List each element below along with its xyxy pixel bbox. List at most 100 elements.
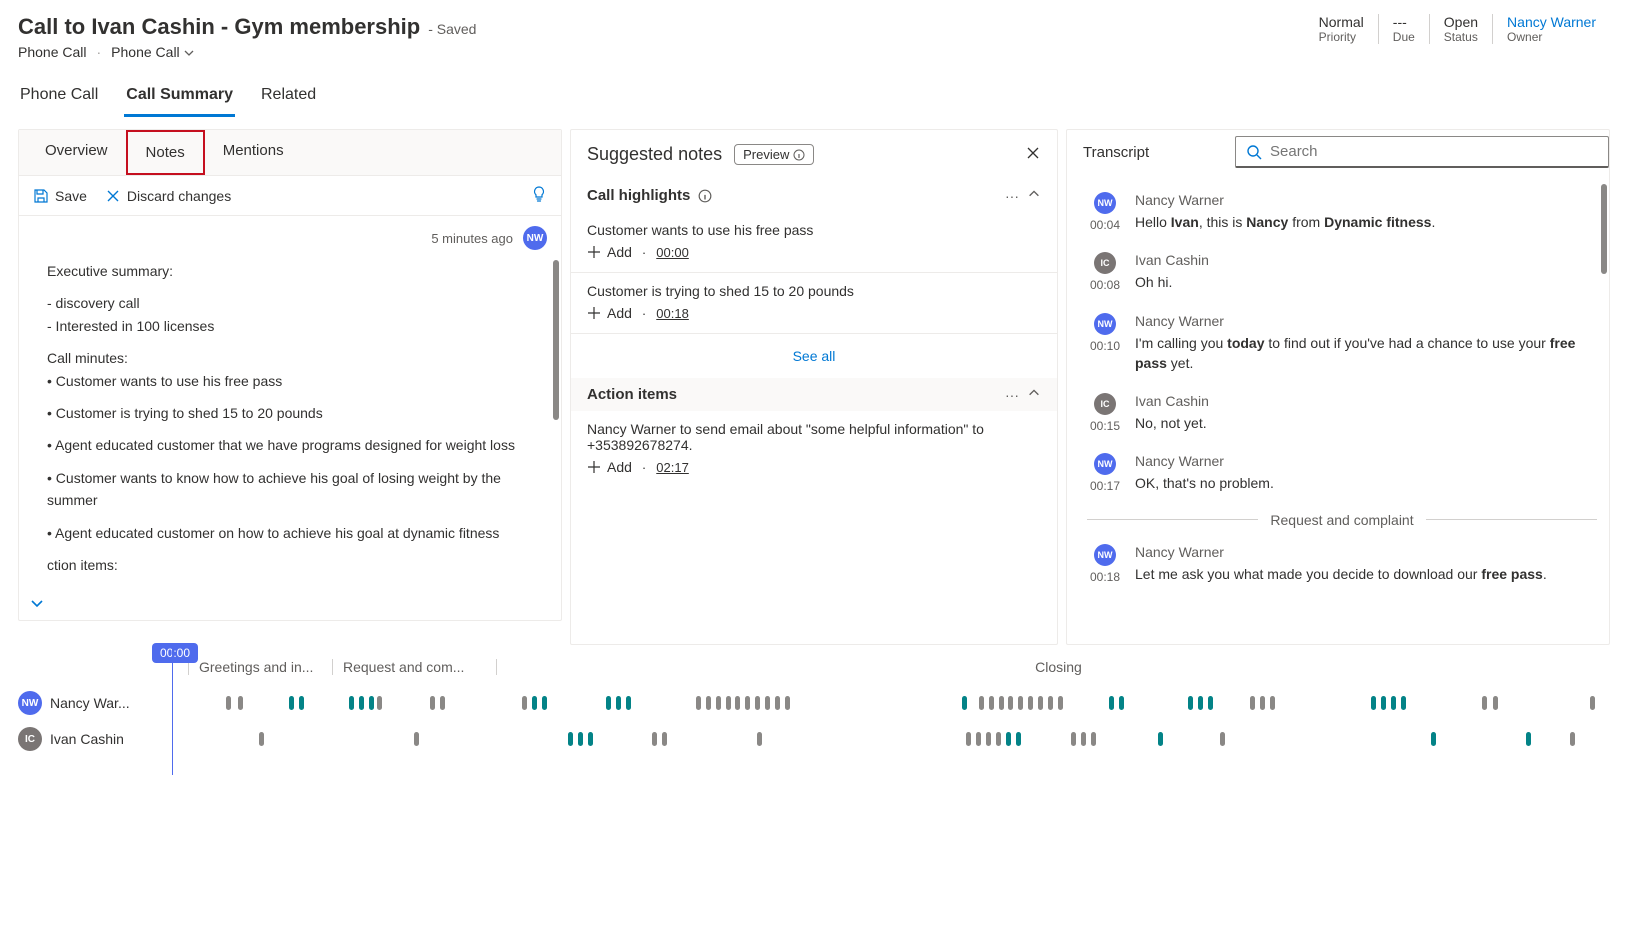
timeline-tick[interactable] [1220,732,1225,746]
timeline-tick[interactable] [962,696,967,710]
timeline-tick[interactable] [696,696,701,710]
timeline-tick[interactable] [1006,732,1011,746]
timeline-tick[interactable] [289,696,294,710]
timeline-tick[interactable] [299,696,304,710]
lightbulb-button[interactable] [531,186,547,205]
search-input-wrap[interactable] [1235,136,1609,168]
add-highlight-button[interactable]: Add [587,244,632,260]
timeline-tick[interactable] [430,696,435,710]
info-icon[interactable] [698,189,712,203]
timeline-tick[interactable] [1391,696,1396,710]
playhead-line[interactable] [172,645,173,775]
timeline-tick[interactable] [1431,732,1436,746]
segment-closing[interactable]: Closing [496,659,1610,675]
timeline-tick[interactable] [1270,696,1275,710]
timeline-tick[interactable] [1188,696,1193,710]
timeline-tick[interactable] [716,696,721,710]
timeline-tick[interactable] [238,696,243,710]
tab-related[interactable]: Related [259,78,318,117]
timeline-tick[interactable] [1081,732,1086,746]
highlight-timecode[interactable]: 00:18 [656,306,689,321]
transcript-row[interactable]: IC00:15Ivan CashinNo, not yet. [1075,387,1609,447]
notes-scrollbar[interactable] [553,260,559,420]
timeline-tick[interactable] [616,696,621,710]
timeline-tick[interactable] [1401,696,1406,710]
timeline-tick[interactable] [1260,696,1265,710]
highlight-timecode[interactable]: 00:00 [656,245,689,260]
timeline-tick[interactable] [522,696,527,710]
due-value[interactable]: --- [1393,14,1415,30]
timeline-tick[interactable] [989,696,994,710]
timeline-lane-ivan[interactable] [188,730,1610,748]
search-input[interactable] [1270,143,1598,160]
subtab-notes[interactable]: Notes [126,130,205,175]
transcript-row[interactable]: NW00:04Nancy WarnerHello Ivan, this is N… [1075,186,1609,246]
timeline-tick[interactable] [349,696,354,710]
timeline-tick[interactable] [1058,696,1063,710]
save-button[interactable]: Save [33,188,87,204]
timeline-tick[interactable] [1208,696,1213,710]
tab-call-summary[interactable]: Call Summary [124,78,235,117]
timeline-tick[interactable] [765,696,770,710]
timeline-tick[interactable] [568,732,573,746]
timeline-tick[interactable] [757,732,762,746]
expand-chevron[interactable] [29,595,45,614]
timeline-tick[interactable] [1091,732,1096,746]
timeline-tick[interactable] [966,732,971,746]
note-text[interactable]: Executive summary: - discovery call- Int… [47,260,533,576]
segment-greetings[interactable]: Greetings and in... [188,659,332,675]
tab-phone-call[interactable]: Phone Call [18,78,100,117]
owner-link[interactable]: Nancy Warner [1507,14,1596,30]
timeline-tick[interactable] [226,696,231,710]
transcript-row[interactable]: IC00:08Ivan CashinOh hi. [1075,246,1609,306]
timeline-tick[interactable] [1198,696,1203,710]
segment-request[interactable]: Request and com... [332,659,496,675]
timeline-tick[interactable] [1493,696,1498,710]
timeline-tick[interactable] [578,732,583,746]
timeline-tick[interactable] [706,696,711,710]
timeline-tick[interactable] [979,696,984,710]
timeline-tick[interactable] [1250,696,1255,710]
timeline-tick[interactable] [588,732,593,746]
timeline-tick[interactable] [259,732,264,746]
timeline-tick[interactable] [996,732,1001,746]
timeline-tick[interactable] [662,732,667,746]
actions-collapse-button[interactable] [1027,386,1041,403]
timeline-tick[interactable] [369,696,374,710]
timeline-tick[interactable] [999,696,1004,710]
timeline-tick[interactable] [1048,696,1053,710]
timeline-tick[interactable] [1028,696,1033,710]
close-suggested-button[interactable] [1025,145,1041,164]
timeline-lane-nancy[interactable] [188,694,1610,712]
timeline-tick[interactable] [1071,732,1076,746]
timeline-tick[interactable] [976,732,981,746]
timeline-tick[interactable] [626,696,631,710]
see-all-link[interactable]: See all [793,348,836,364]
timeline-tick[interactable] [359,696,364,710]
highlights-more-button[interactable]: ··· [1005,188,1019,204]
add-highlight-button[interactable]: Add [587,305,632,321]
timeline-tick[interactable] [606,696,611,710]
priority-value[interactable]: Normal [1319,14,1364,30]
timeline-tick[interactable] [1119,696,1124,710]
timeline-tick[interactable] [1016,732,1021,746]
subtab-mentions[interactable]: Mentions [205,130,302,175]
timeline-tick[interactable] [785,696,790,710]
timeline-tick[interactable] [1158,732,1163,746]
transcript-row[interactable]: NW00:10Nancy WarnerI'm calling you today… [1075,307,1609,388]
highlights-collapse-button[interactable] [1027,187,1041,204]
transcript-row[interactable]: NW00:18Nancy WarnerLet me ask you what m… [1075,538,1609,598]
timeline-tick[interactable] [745,696,750,710]
timeline-tick[interactable] [1526,732,1531,746]
timeline-tick[interactable] [986,732,991,746]
timeline-tick[interactable] [652,732,657,746]
status-value[interactable]: Open [1444,14,1478,30]
timeline-tick[interactable] [755,696,760,710]
preview-pill[interactable]: Preview [734,144,814,165]
timeline-tick[interactable] [1381,696,1386,710]
timeline-tick[interactable] [775,696,780,710]
actions-more-button[interactable]: ··· [1005,387,1019,403]
action-timecode[interactable]: 02:17 [656,460,689,475]
add-action-button[interactable]: Add [587,459,632,475]
timeline-tick[interactable] [1018,696,1023,710]
